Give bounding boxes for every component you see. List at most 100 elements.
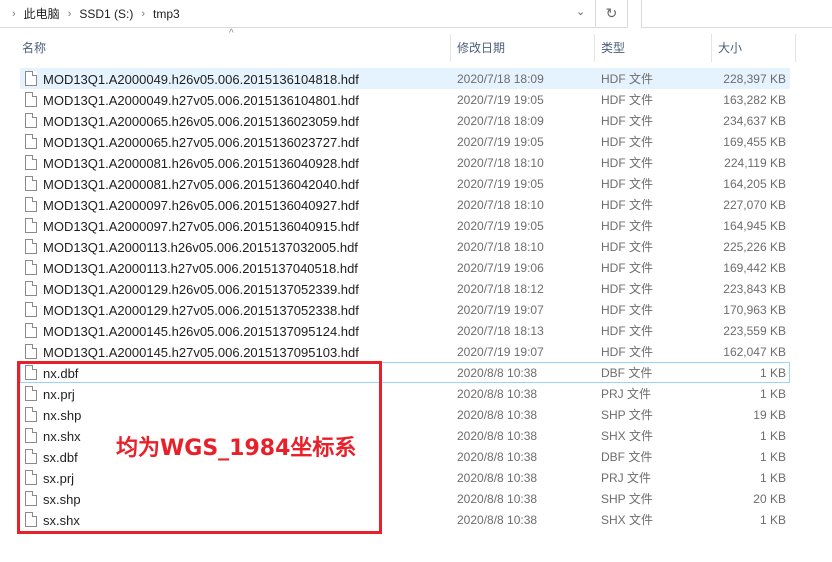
column-type[interactable]: 类型: [595, 34, 712, 62]
file-row[interactable]: MOD13Q1.A2000081.h26v05.006.201513604092…: [20, 152, 790, 173]
file-size: 169,455 KB: [723, 135, 786, 149]
file-type: HDF 文件: [601, 135, 653, 149]
file-date: 2020/8/8 10:38: [457, 513, 538, 527]
file-date: 2020/8/8 10:38: [457, 408, 538, 422]
column-date[interactable]: 修改日期: [451, 34, 595, 62]
file-row[interactable]: MOD13Q1.A2000129.h27v05.006.201513705233…: [20, 299, 790, 320]
file-date: 2020/8/8 10:38: [457, 471, 538, 485]
file-type: HDF 文件: [601, 282, 653, 296]
chevron-right-icon[interactable]: ›: [141, 8, 145, 20]
file-type: HDF 文件: [601, 114, 653, 128]
file-type: HDF 文件: [601, 156, 653, 170]
file-size: 1 KB: [759, 471, 786, 485]
file-name: MOD13Q1.A2000081.h27v05.006.201513604204…: [43, 177, 359, 192]
file-type: HDF 文件: [601, 177, 653, 191]
file-size: 163,282 KB: [723, 93, 786, 107]
file-row[interactable]: MOD13Q1.A2000097.h26v05.006.201513604092…: [20, 194, 790, 215]
sort-ascending-icon: ^: [229, 28, 234, 39]
file-size: 20 KB: [753, 492, 786, 506]
file-row[interactable]: MOD13Q1.A2000049.h26v05.006.201513610481…: [20, 68, 790, 89]
file-size: 1 KB: [759, 513, 786, 527]
file-name: MOD13Q1.A2000145.h26v05.006.201513709512…: [43, 324, 359, 339]
file-icon: [25, 113, 37, 128]
file-date: 2020/7/19 19:05: [457, 93, 544, 107]
file-size: 1 KB: [759, 429, 786, 443]
file-name: MOD13Q1.A2000145.h27v05.006.201513709510…: [43, 345, 359, 360]
file-type: HDF 文件: [601, 261, 653, 275]
file-type: SHX 文件: [601, 429, 654, 443]
file-date: 2020/8/8 10:38: [457, 450, 538, 464]
chevron-right-icon[interactable]: ›: [68, 8, 72, 20]
file-size: 224,119 KB: [724, 156, 786, 170]
file-row[interactable]: MOD13Q1.A2000049.h27v05.006.201513610480…: [20, 89, 790, 110]
file-name: MOD13Q1.A2000081.h26v05.006.201513604092…: [43, 156, 359, 171]
file-row[interactable]: MOD13Q1.A2000113.h26v05.006.201513703200…: [20, 236, 790, 257]
file-date: 2020/7/19 19:07: [457, 303, 544, 317]
file-icon: [25, 92, 37, 107]
file-icon: [25, 71, 37, 86]
file-icon: [25, 344, 37, 359]
file-size: 1 KB: [759, 366, 786, 380]
file-name: MOD13Q1.A2000129.h27v05.006.201513705233…: [43, 303, 359, 318]
file-size: 164,205 KB: [723, 177, 786, 191]
file-icon: [25, 134, 37, 149]
file-type: HDF 文件: [601, 72, 653, 86]
file-size: 1 KB: [759, 450, 786, 464]
address-bar[interactable]: › 此电脑 › SSD1 (S:) › tmp3 ⌄: [0, 0, 596, 28]
file-date: 2020/7/18 18:09: [457, 72, 544, 86]
file-date: 2020/7/19 19:07: [457, 345, 544, 359]
file-date: 2020/8/8 10:38: [457, 492, 538, 506]
file-date: 2020/7/18 18:13: [457, 324, 544, 338]
file-type: HDF 文件: [601, 240, 653, 254]
file-icon: [25, 218, 37, 233]
file-row[interactable]: MOD13Q1.A2000081.h27v05.006.201513604204…: [20, 173, 790, 194]
refresh-button[interactable]: ↻: [596, 0, 628, 28]
file-row[interactable]: MOD13Q1.A2000065.h26v05.006.201513602305…: [20, 110, 790, 131]
file-icon: [25, 155, 37, 170]
file-type: HDF 文件: [601, 345, 653, 359]
file-date: 2020/7/18 18:10: [457, 156, 544, 170]
file-icon: [25, 260, 37, 275]
column-header: 名称 修改日期 类型 大小: [0, 34, 832, 62]
file-date: 2020/8/8 10:38: [457, 366, 538, 380]
file-size: 228,397 KB: [723, 72, 786, 86]
refresh-icon: ↻: [605, 5, 618, 21]
file-date: 2020/7/19 19:06: [457, 261, 544, 275]
file-name: MOD13Q1.A2000049.h27v05.006.201513610480…: [43, 93, 359, 108]
file-type: PRJ 文件: [601, 471, 652, 485]
file-size: 162,047 KB: [723, 345, 786, 359]
file-size: 19 KB: [753, 408, 786, 422]
file-size: 170,963 KB: [723, 303, 786, 317]
column-size[interactable]: 大小: [712, 34, 796, 62]
file-date: 2020/7/19 19:05: [457, 135, 544, 149]
breadcrumb-ssd1[interactable]: SSD1 (S:): [79, 7, 133, 21]
file-icon: [25, 176, 37, 191]
file-type: HDF 文件: [601, 324, 653, 338]
chevron-down-icon[interactable]: ⌄: [576, 5, 585, 18]
chevron-right-icon[interactable]: ›: [12, 8, 16, 20]
file-size: 234,637 KB: [723, 114, 786, 128]
file-row[interactable]: MOD13Q1.A2000145.h26v05.006.201513709512…: [20, 320, 790, 341]
file-size: 223,559 KB: [723, 324, 786, 338]
file-name: MOD13Q1.A2000097.h27v05.006.201513604091…: [43, 219, 359, 234]
file-row[interactable]: MOD13Q1.A2000113.h27v05.006.201513704051…: [20, 257, 790, 278]
file-row[interactable]: MOD13Q1.A2000097.h27v05.006.201513604091…: [20, 215, 790, 236]
breadcrumb-this-pc[interactable]: 此电脑: [24, 5, 60, 22]
file-icon: [25, 281, 37, 296]
file-name: MOD13Q1.A2000113.h27v05.006.201513704051…: [43, 261, 358, 276]
breadcrumb-tmp3[interactable]: tmp3: [153, 7, 180, 21]
file-size: 227,070 KB: [723, 198, 786, 212]
file-row[interactable]: MOD13Q1.A2000065.h27v05.006.201513602372…: [20, 131, 790, 152]
file-type: HDF 文件: [601, 219, 653, 233]
file-row[interactable]: MOD13Q1.A2000129.h26v05.006.201513705233…: [20, 278, 790, 299]
annotation-text: 均为WGS_1984坐标系: [116, 436, 357, 461]
search-input[interactable]: [641, 0, 832, 28]
file-size: 225,226 KB: [723, 240, 786, 254]
file-row[interactable]: MOD13Q1.A2000145.h27v05.006.201513709510…: [20, 341, 790, 362]
file-date: 2020/7/18 18:10: [457, 198, 544, 212]
file-date: 2020/7/18 18:12: [457, 282, 544, 296]
file-date: 2020/7/19 19:05: [457, 177, 544, 191]
file-type: SHP 文件: [601, 492, 653, 506]
file-icon: [25, 302, 37, 317]
file-type: DBF 文件: [601, 450, 653, 464]
